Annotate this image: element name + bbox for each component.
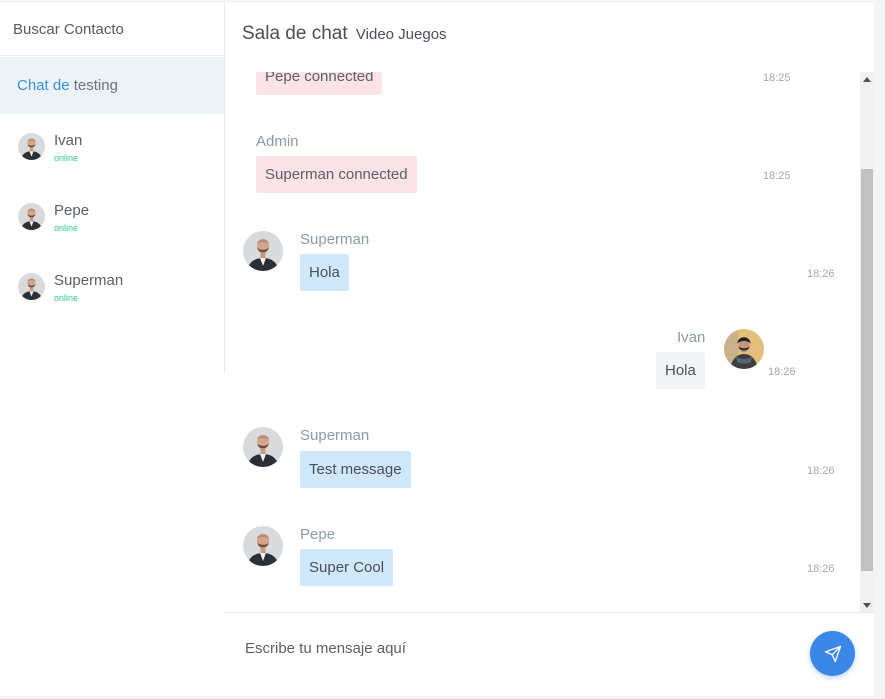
contact-status: online — [54, 153, 79, 163]
chat-title: Sala de chat — [242, 23, 348, 44]
message-author: Admin — [256, 133, 299, 150]
message-author: Ivan — [677, 329, 706, 346]
message-time: 18:25 — [763, 72, 791, 84]
chat-subtitle: Video Juegos — [355, 26, 447, 43]
paper-plane-icon — [824, 645, 841, 662]
message-input[interactable] — [245, 633, 785, 663]
send-button[interactable] — [810, 631, 855, 676]
search-contact-field[interactable]: Buscar Contacto — [0, 3, 224, 56]
user-avatar-icon — [724, 329, 764, 369]
message-author: Superman — [300, 427, 370, 444]
contact-item-pepe[interactable]: Pepe online — [0, 184, 224, 254]
search-contact-label: Buscar Contacto — [13, 21, 124, 38]
incoming-message: Test message — [300, 451, 411, 488]
room-name: testing — [73, 77, 118, 94]
message-time: 18:25 — [763, 170, 791, 182]
message-author: Superman — [300, 231, 370, 248]
user-avatar-icon — [18, 203, 45, 230]
message-time: 18:26 — [768, 366, 796, 378]
message-composer — [225, 612, 874, 693]
message-list[interactable]: Pepe connected 18:25 Admin Superman conn… — [225, 72, 860, 612]
user-avatar-icon — [18, 133, 45, 160]
message-author: Pepe — [300, 526, 336, 543]
contact-name: Ivan — [54, 132, 83, 149]
message-text: Pepe connected — [265, 72, 374, 85]
system-message: Superman connected — [256, 156, 417, 193]
message-text: Hola — [309, 264, 340, 281]
scroll-up-arrow-icon[interactable] — [863, 77, 871, 82]
user-avatar-icon — [243, 526, 283, 566]
contacts-sidebar: Buscar Contacto Chat de testing Ivan onl… — [0, 3, 225, 373]
chat-header: Sala de chat Video Juegos — [225, 3, 874, 75]
user-avatar-icon — [243, 427, 283, 467]
incoming-message: Super Cool — [300, 549, 394, 586]
contact-item-ivan[interactable]: Ivan online — [0, 114, 224, 184]
message-time: 18:26 — [807, 563, 835, 575]
message-text: Hola — [665, 362, 696, 379]
message-text: Superman connected — [265, 166, 408, 183]
contact-name: Pepe — [54, 202, 90, 219]
room-item-testing[interactable]: Chat de testing — [0, 57, 224, 114]
contact-name: Superman — [54, 272, 124, 289]
chat-room-title: Sala de chat Video Juegos — [242, 23, 447, 45]
incoming-message: Hola — [300, 254, 349, 291]
system-message: Pepe connected — [256, 72, 383, 95]
contact-status: online — [54, 223, 79, 233]
user-avatar-icon — [18, 273, 45, 300]
message-text: Test message — [309, 461, 402, 478]
contact-status: online — [54, 293, 79, 303]
user-avatar-icon — [243, 231, 283, 271]
message-text: Super Cool — [309, 559, 385, 576]
room-prefix: Chat de — [17, 77, 70, 94]
scrollbar-thumb[interactable] — [861, 169, 873, 571]
scroll-down-arrow-icon[interactable] — [863, 603, 871, 608]
message-time: 18:26 — [807, 465, 835, 477]
contact-item-superman[interactable]: Superman online — [0, 254, 224, 324]
message-time: 18:26 — [807, 268, 835, 280]
message-scrollbar[interactable] — [860, 72, 874, 612]
outgoing-message: Hola — [656, 352, 705, 389]
